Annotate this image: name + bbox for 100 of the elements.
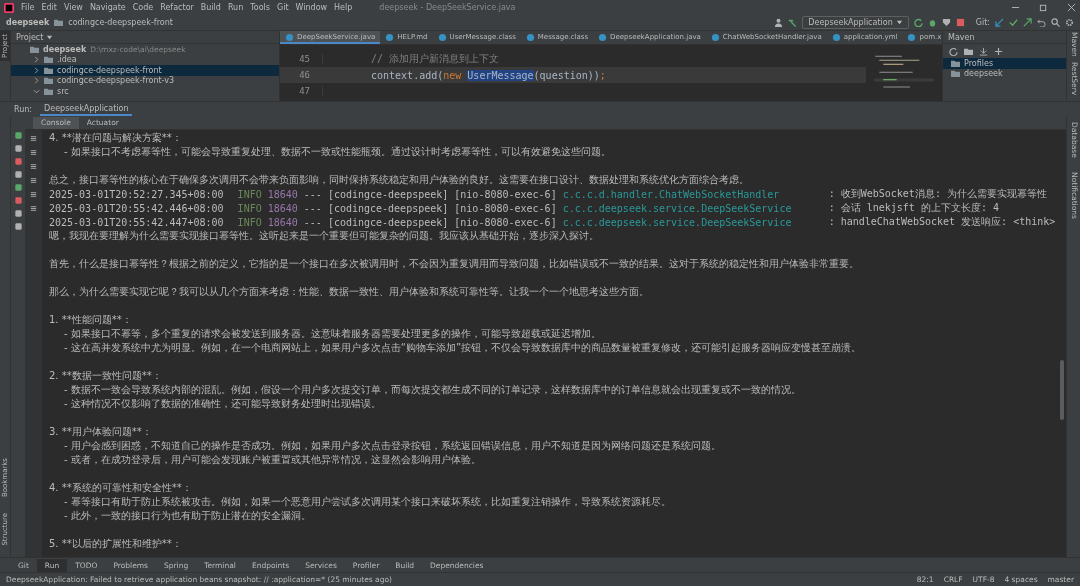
log-separator: --- [303, 188, 322, 200]
console-text: 那么，为什么需要实现它呢？我可以从几个方面来考虑：性能、数据一致性、用户体验和系统可靠性等。让我一个一个地思考这些方面。 [49, 285, 649, 299]
arrow-icon[interactable] [1023, 18, 1032, 27]
console-text: 嗯，我现在要理解为什么需要实现接口幂等性。这听起来是一个重要但可能复杂的问题。我应该从基础开始，逐步深入探讨。 [49, 229, 599, 243]
caret-icon[interactable] [895, 19, 903, 26]
breadcrumb-item[interactable]: codingce-deepspeek-front [68, 18, 173, 27]
menu-item[interactable]: Run [227, 3, 244, 12]
console-text: - 用户会感到困惑，不知道自己的操作是否成功。例如，如果用户多次点击登录按钮，系统返回错误信息，用户不知道是因为网络问题还是系统问题。 [63, 439, 721, 453]
menu-item[interactable]: Build [200, 3, 221, 12]
console-text: 首先，什么是接口幂等性？根据之前的定义，它指的是一个接口在多次被调用时，不会因为重复调用而导致问题，比如错误或不一致的结果。这对于系统的稳定性和用户体验非常重要。 [49, 257, 859, 271]
refresh-icon[interactable] [949, 46, 958, 56]
log-separator: --- [303, 202, 322, 214]
console-text: 3. **用户体验问题**： [49, 425, 152, 439]
shield-icon[interactable] [941, 18, 951, 27]
menu-item[interactable]: Git [276, 3, 289, 12]
log-app: [codingce-deepspeek] [327, 188, 449, 200]
file-icon [285, 33, 294, 42]
tree-item-label: .idea [57, 55, 77, 65]
maven-tree-item[interactable]: Profiles [943, 58, 1066, 69]
menu-item[interactable]: Refactor [160, 3, 194, 12]
settings-icon[interactable] [1065, 18, 1074, 27]
console-text: - 如果接口不考虑幂等性，可能会导致重复处理、数据不一致或性能瓶颈。通过设计时考虑幂等性，可以有效避免这些问题。 [63, 145, 611, 159]
log-app: [codingce-deepspeek] [327, 202, 449, 214]
log-pid: 18640 [267, 202, 298, 214]
file-icon [710, 33, 720, 42]
line-number: 45 [280, 54, 323, 64]
tree-item[interactable]: .idea [11, 54, 279, 65]
menu-item[interactable]: Navigate [89, 3, 126, 12]
undo-icon[interactable] [1037, 18, 1046, 27]
console-text: 2. **数据一致性问题**： [49, 369, 162, 383]
close-icon[interactable] [1067, 3, 1076, 12]
tree-item[interactable]: codingce-deepspeek-front-v3 [11, 75, 279, 86]
log-message: : 收到WebSocket消息: 为什么需要实现幂等性 [828, 187, 1047, 201]
console-text: 1. **性能问题**： [49, 313, 132, 327]
console-text: - 这种情况不仅影响了数据的准确性，还可能导致财务处理时出现错误。 [63, 397, 381, 411]
tree-item[interactable]: codingce-deepspeek-front [11, 65, 279, 76]
search-icon[interactable] [1051, 18, 1060, 27]
menu-item[interactable]: Help [334, 3, 353, 12]
menu-item[interactable]: Code [132, 3, 154, 12]
breadcrumb-item[interactable]: deepseek [6, 18, 50, 27]
chevron-right-icon[interactable] [33, 66, 40, 74]
log-thread: [nio-8080-exec-6] [454, 202, 557, 214]
log-timestamp: 2025-03-01T20:55:42.447+08:00 [49, 216, 224, 228]
maven-tree-item[interactable]: deepseek [943, 68, 1066, 79]
console-text: 总之，接口幂等性的核心在于确保多次调用不会带来负面影响，同时保持系统稳定和用户体验的良好。这需要在接口设计、数据处理和系统优化方面综合考虑。 [49, 173, 749, 187]
console-text: - 或者，在成功登录后，用户可能会发现账户被重置或其他异常情况，这显然会影响用户体验。 [63, 453, 481, 467]
file-icon [525, 33, 535, 42]
file-icon [831, 33, 841, 42]
user-icon[interactable] [774, 18, 784, 27]
menu-item[interactable]: File [21, 3, 35, 12]
window-title: deepseek - DeepSeekService.java [379, 3, 516, 12]
line-number: 47 [280, 86, 323, 96]
log-app: [codingce-deepspeek] [327, 216, 449, 228]
folder-icon [54, 18, 64, 27]
log-logger: c.c.c.deepseek.service.DeepSeekService [562, 202, 793, 214]
log-message: : 会话 lnekjsft 的上下文长度: 4 [828, 201, 999, 215]
tree-item-label: codingce-deepspeek-front [57, 65, 162, 75]
log-timestamp: 2025-03-01T20:52:27.345+08:00 [49, 188, 224, 200]
line-number: 46 [280, 70, 323, 80]
log-pid: 18640 [267, 188, 298, 200]
git-label: Git: [975, 18, 990, 27]
hammer-icon[interactable] [788, 18, 798, 27]
console-text: 5. **以后的扩展性和维护**： [49, 537, 182, 551]
log-logger: c.c.c.d.handler.ChatWebSocketHandler [562, 188, 781, 200]
console-text: 4. **系统的可靠性和安全性**： [49, 481, 192, 495]
console-text: - 此外，一致的接口行为也有助于防止潜在的安全漏洞。 [63, 509, 311, 523]
menu-item[interactable]: View [63, 3, 83, 12]
plus-icon[interactable] [994, 46, 1003, 56]
run-configuration-dropdown[interactable]: DeepseekApplication [802, 16, 909, 29]
panel-title[interactable]: Project [16, 32, 44, 42]
tree-item-label: src [57, 86, 69, 96]
restore-icon[interactable] [1039, 3, 1048, 12]
log-thread: [nio-8080-exec-6] [454, 216, 557, 228]
chevron-right-icon[interactable] [33, 56, 40, 64]
log-level: INFO [237, 188, 262, 200]
tree-item[interactable]: src [11, 86, 279, 97]
log-message: : handleChatWebSocket 发送响应: <think> [828, 215, 1056, 229]
menu-item[interactable]: Edit [41, 3, 57, 12]
log-level: INFO [237, 202, 262, 214]
tree-item-label: codingce-deepspeek-front-v3 [57, 76, 175, 86]
caret-icon[interactable] [46, 33, 54, 41]
log-thread: [nio-8080-exec-6] [454, 188, 557, 200]
menu-item[interactable]: Tools [250, 3, 270, 12]
log-separator: --- [303, 216, 322, 228]
arrow-icon[interactable] [995, 18, 1004, 27]
menu-item[interactable]: Window [295, 3, 328, 12]
console-text: - 幂等接口有助于防止系统被攻击。例如，如果一个恶意用户尝试多次调用某个接口来破坏系统，比如重复注销操作，导致系统资源耗尽。 [63, 495, 671, 509]
code-line: context.add(new UserMessage(question)); [370, 69, 606, 81]
checkmark-icon[interactable] [1009, 18, 1018, 27]
tree-item-label: deepseek [43, 44, 87, 54]
console-text: 4. **潜在问题与解决方案**： [49, 131, 182, 145]
console-text: - 如果接口不幂等，多个重复的请求会被发送到服务器。这意味着服务器需要处理更多的操作，可能导致超载或延迟增加。 [63, 327, 601, 341]
panel-title: Maven [948, 32, 975, 42]
file-icon [385, 33, 395, 42]
chevron-down-icon[interactable] [33, 87, 40, 95]
log-timestamp: 2025-03-01T20:55:42.446+08:00 [49, 202, 224, 214]
download-icon[interactable] [979, 46, 988, 56]
chevron-right-icon[interactable] [33, 77, 40, 85]
file-icon [907, 33, 917, 42]
console-text: - 数据不一致会导致系统内部的混乱。例如，假设一个用户多次提交订单，而每次提交都生成不同的订单记录，这样数据库中的订单信息就会出现重复或不一致的情况。 [63, 383, 801, 397]
